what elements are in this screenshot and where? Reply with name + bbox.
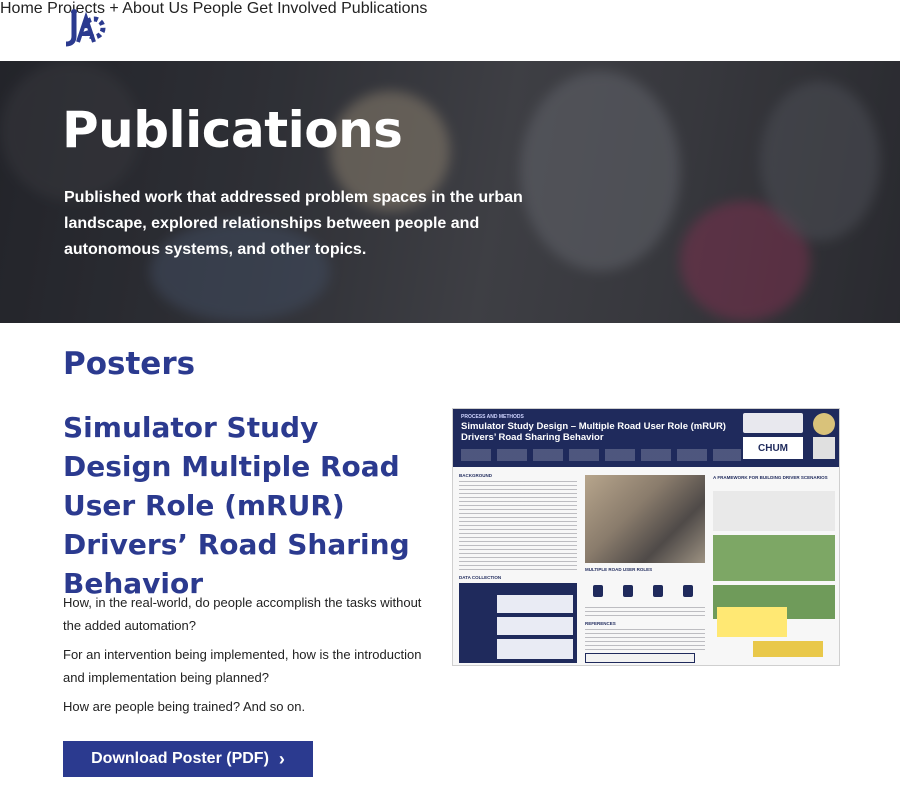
page-title: Publications [62, 101, 403, 159]
scenario-note [717, 607, 787, 637]
poster-paragraph: For an intervention being implemented, h… [63, 647, 422, 685]
poster-text-block [585, 629, 705, 651]
simulator-photo [585, 475, 705, 563]
poster-section-heading: REFERENCES [585, 621, 616, 626]
poster-header: PROCESS AND METHODS Simulator Study Desi… [453, 409, 839, 467]
download-poster-button[interactable]: Download Poster (PDF) › [63, 741, 313, 777]
poster-text-block [585, 607, 705, 617]
poster-header-title: Simulator Study Design – Multiple Road U… [461, 421, 726, 443]
poster-paragraph: How, in the real-world, do people accomp… [63, 595, 422, 633]
poster-paragraph: How are people being trained? And so on. [63, 699, 306, 714]
nav-about-us-link[interactable]: About Us [122, 0, 188, 17]
poster-authors [461, 449, 741, 461]
download-poster-label: Download Poster (PDF) [91, 750, 269, 767]
data-collection-table [459, 583, 577, 663]
pedestrian-icon [593, 585, 603, 597]
bicycle-icon [683, 585, 693, 597]
poster-image[interactable]: PROCESS AND METHODS Simulator Study Desi… [452, 408, 840, 666]
nav-publications-link[interactable]: Publications [341, 0, 427, 17]
qr-code-icon [813, 437, 835, 459]
poster-title: Simulator Study Design Multiple Road Use… [63, 411, 410, 600]
poster-text-block [459, 481, 577, 573]
chum-logo: CHUM [743, 437, 803, 459]
scooter-icon [623, 585, 633, 597]
poster-section-heading: BACKGROUND [459, 473, 492, 478]
poster-header-label: PROCESS AND METHODS [461, 414, 524, 420]
scenario-diagram [713, 491, 835, 531]
road-user-icons [585, 581, 709, 603]
poster-section-heading: MULTIPLE ROAD USER ROLES [585, 567, 653, 572]
poster-section-heading: DATA COLLECTION [459, 575, 502, 580]
poster-footer-note [585, 653, 695, 663]
section-title-posters: Posters [63, 346, 196, 382]
nav-home-link[interactable]: Home [0, 0, 43, 17]
lab-logo-icon[interactable] [64, 8, 108, 48]
chevron-right-icon: › [278, 748, 285, 769]
hero-banner: Publications Published work that address… [0, 61, 900, 323]
university-logo-icon [743, 413, 803, 433]
table-cell [497, 617, 573, 635]
nav-get-involved-link[interactable]: Get Involved [247, 0, 337, 17]
nav-people-link[interactable]: People [193, 0, 243, 17]
poster-section-heading: A FRAMEWORK FOR BUILDING DRIVER SCENARIO… [713, 475, 828, 480]
table-cell [497, 639, 573, 659]
car-icon [653, 585, 663, 597]
top-navigation-bar: Home Projects + About Us People Get Invo… [0, 0, 900, 61]
seal-icon [813, 413, 835, 435]
table-cell [497, 595, 573, 613]
road-scenario-image [713, 535, 835, 581]
scenario-note [753, 641, 823, 657]
page-subtitle: Published work that addressed problem sp… [64, 189, 523, 258]
